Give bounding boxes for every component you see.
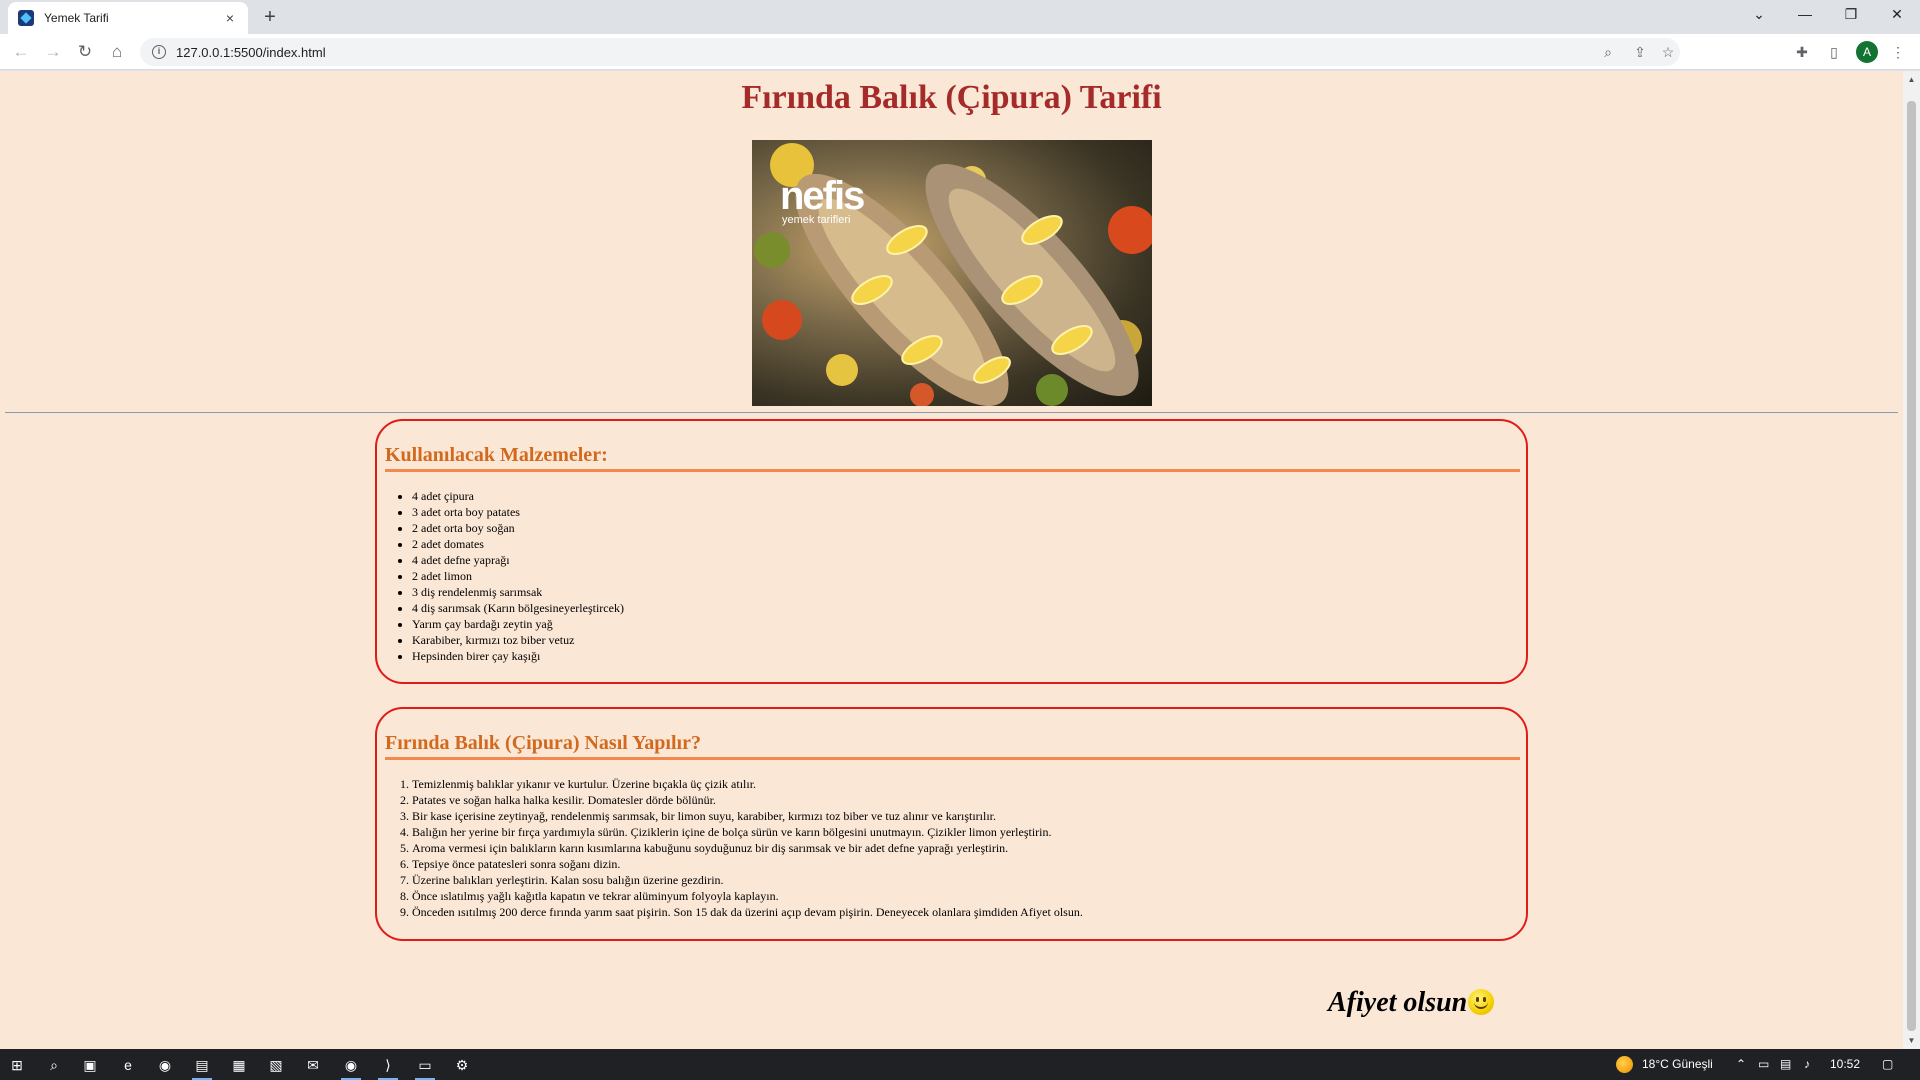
site-info-icon[interactable]: i — [152, 45, 166, 59]
battery-icon[interactable]: ▭ — [1758, 1057, 1769, 1071]
share-icon[interactable]: ⇪ — [1628, 40, 1652, 64]
ingredient-item: Karabiber, kırmızı toz biber vetuz — [412, 632, 624, 648]
ingredient-item: 3 adet orta boy patates — [412, 504, 624, 520]
taskbar: ⊞ ⌕ ▣ e ◉ ▤ ▦ ▧ ✉ ◉ ⟩ ▭ ⚙ 18°C Güneşli ⌃… — [0, 1049, 1920, 1080]
chrome-active-icon[interactable]: ◉ — [339, 1053, 363, 1080]
ingredient-item: 4 adet defne yaprağı — [412, 552, 624, 568]
ingredient-item: Hepsinden birer çay kaşığı — [412, 648, 624, 664]
back-arrow-icon[interactable]: ← — [9, 40, 33, 64]
step-item: Temizlenmiş balıklar yıkanır ve kurtulur… — [412, 776, 1083, 792]
steps-card: Fırında Balık (Çipura) Nasıl Yapılır? Te… — [375, 707, 1528, 941]
ingredient-item: Yarım çay bardağı zeytin yağ — [412, 616, 624, 632]
calculator-icon[interactable]: ▦ — [227, 1053, 251, 1077]
steps-heading: Fırında Balık (Çipura) Nasıl Yapılır? — [385, 732, 1520, 760]
app-icon[interactable]: ▧ — [264, 1053, 288, 1077]
mail-icon[interactable]: ✉ — [301, 1053, 325, 1077]
step-item: Önceden ısıtılmış 200 derce fırında yarı… — [412, 904, 1083, 920]
smiley-icon — [1468, 989, 1494, 1015]
notepad-icon[interactable]: ▭ — [413, 1053, 437, 1080]
ingredients-card: Kullanılacak Malzemeler: 4 adet çipura 3… — [375, 419, 1528, 684]
step-item: Önce ıslatılmış yağlı kağıtla kapatın ve… — [412, 888, 1083, 904]
tab-title: Yemek Tarifi — [44, 11, 109, 25]
network-icon[interactable]: ▤ — [1780, 1057, 1791, 1071]
forward-arrow-icon[interactable]: → — [41, 40, 65, 64]
step-item: Balığın her yerine bir fırça yardımıyla … — [412, 824, 1083, 840]
ingredients-heading: Kullanılacak Malzemeler: — [385, 444, 1520, 472]
zoom-icon[interactable]: ⌕ — [1596, 40, 1620, 64]
bookmark-star-icon[interactable]: ☆ — [1656, 40, 1680, 64]
step-item: Bir kase içerisine zeytinyağ, rendelenmi… — [412, 808, 1083, 824]
url-text[interactable]: 127.0.0.1:5500/index.html — [176, 45, 326, 60]
image-logo: nefis — [780, 174, 865, 218]
clock-time[interactable]: 10:52 — [1830, 1057, 1860, 1071]
notifications-icon[interactable]: ▢ — [1882, 1057, 1893, 1071]
horizontal-rule — [5, 412, 1898, 414]
edge-icon[interactable]: e — [116, 1053, 140, 1077]
tab-strip: Yemek Tarifi × + ⌄ — ❐ ✕ — [0, 0, 1920, 34]
reload-icon[interactable]: ↻ — [73, 40, 97, 64]
vertical-scrollbar[interactable]: ▲ ▼ — [1903, 71, 1920, 1049]
ingredients-list: 4 adet çipura 3 adet orta boy patates 2 … — [412, 488, 624, 664]
menu-kebab-icon[interactable]: ⋮ — [1886, 40, 1910, 64]
side-panel-icon[interactable]: ▯ — [1822, 40, 1846, 64]
browser-toolbar: ← → ↻ ⌂ i 127.0.0.1:5500/index.html ⌕ ⇪ … — [0, 34, 1920, 70]
step-item: Tepsiye önce patatesleri sonra soğanı di… — [412, 856, 1083, 872]
search-icon[interactable]: ⌕ — [42, 1053, 66, 1077]
profile-avatar[interactable]: A — [1856, 41, 1878, 63]
weather-text[interactable]: 18°C Güneşli — [1642, 1057, 1713, 1071]
weather-sun-icon[interactable] — [1616, 1056, 1633, 1073]
chrome-icon[interactable]: ◉ — [153, 1053, 177, 1077]
page-viewport: Fırında Balık (Çipura) Tarifi nefis yeme… — [0, 71, 1903, 1049]
address-bar[interactable]: i 127.0.0.1:5500/index.html ⌕ ⇪ ☆ — [140, 38, 1680, 66]
recipe-image: nefis yemek tarifleri — [752, 140, 1152, 406]
image-logo-subtitle: yemek tarifleri — [782, 214, 851, 226]
step-item: Aroma vermesi için balıkların karın kısı… — [412, 840, 1083, 856]
steps-list: Temizlenmiş balıklar yıkanır ve kurtulur… — [412, 776, 1083, 920]
browser-tab[interactable]: Yemek Tarifi × — [8, 2, 248, 34]
file-explorer-icon[interactable]: ▤ — [190, 1053, 214, 1080]
favicon-icon — [18, 10, 34, 26]
close-window-button[interactable]: ✕ — [1874, 0, 1920, 30]
tray-chevron-icon[interactable]: ⌃ — [1736, 1057, 1746, 1071]
scroll-up-icon[interactable]: ▲ — [1906, 74, 1917, 85]
tab-close-icon[interactable]: × — [222, 10, 238, 26]
closing-text: Afiyet olsun — [1328, 987, 1468, 1018]
vscode-icon[interactable]: ⟩ — [376, 1053, 400, 1080]
step-item: Üzerine balıkları yerleştirin. Kalan sos… — [412, 872, 1083, 888]
restore-button[interactable]: ❐ — [1828, 0, 1874, 30]
ingredient-item: 4 adet çipura — [412, 488, 624, 504]
extensions-icon[interactable]: ✚ — [1790, 40, 1814, 64]
task-view-icon[interactable]: ▣ — [78, 1053, 102, 1077]
ingredient-item: 4 diş sarımsak (Karın bölgesineyerleştir… — [412, 600, 624, 616]
scroll-thumb[interactable] — [1907, 101, 1916, 1031]
tool-icon[interactable]: ⚙ — [450, 1053, 474, 1077]
volume-icon[interactable]: ♪ — [1804, 1057, 1810, 1071]
ingredient-item: 3 diş rendelenmiş sarımsak — [412, 584, 624, 600]
tab-search-icon[interactable]: ⌄ — [1736, 0, 1782, 30]
windows-start-icon[interactable]: ⊞ — [5, 1053, 29, 1077]
scroll-down-icon[interactable]: ▼ — [1906, 1035, 1917, 1046]
new-tab-button[interactable]: + — [258, 6, 282, 30]
step-item: Patates ve soğan halka halka kesilir. Do… — [412, 792, 1083, 808]
ingredient-item: 2 adet orta boy soğan — [412, 520, 624, 536]
minimize-button[interactable]: — — [1782, 0, 1828, 30]
home-icon[interactable]: ⌂ — [105, 40, 129, 64]
ingredient-item: 2 adet domates — [412, 536, 624, 552]
page-title: Fırında Balık (Çipura) Tarifi — [741, 79, 1162, 116]
ingredient-item: 2 adet limon — [412, 568, 624, 584]
